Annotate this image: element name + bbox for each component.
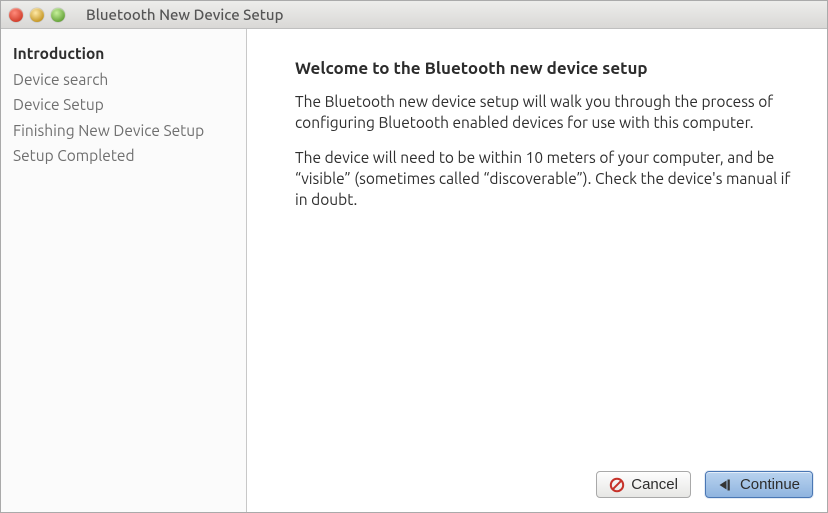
step-device-search: Device search	[13, 67, 234, 93]
bluetooth-setup-window: Bluetooth New Device Setup Introduction …	[0, 0, 828, 513]
continue-button[interactable]: Continue	[705, 471, 813, 498]
wizard-footer: Cancel Continue	[247, 461, 827, 512]
window-body: Introduction Device search Device Setup …	[1, 29, 827, 512]
step-completed: Setup Completed	[13, 143, 234, 169]
cancel-button[interactable]: Cancel	[596, 471, 691, 498]
intro-paragraph-1: The Bluetooth new device setup will walk…	[295, 92, 795, 134]
wizard-main-pane: Welcome to the Bluetooth new device setu…	[247, 29, 827, 512]
continue-label: Continue	[740, 476, 800, 493]
wizard-content: Welcome to the Bluetooth new device setu…	[247, 29, 827, 461]
continue-icon	[718, 477, 734, 493]
step-introduction: Introduction	[13, 41, 234, 67]
window-minimize-button[interactable]	[30, 8, 44, 22]
step-device-setup: Device Setup	[13, 92, 234, 118]
wizard-step-sidebar: Introduction Device search Device Setup …	[1, 29, 247, 512]
titlebar: Bluetooth New Device Setup	[1, 1, 827, 29]
window-close-button[interactable]	[9, 8, 23, 22]
cancel-icon	[609, 477, 625, 493]
window-title: Bluetooth New Device Setup	[86, 6, 283, 23]
step-finishing: Finishing New Device Setup	[13, 118, 234, 144]
window-maximize-button[interactable]	[51, 8, 65, 22]
cancel-label: Cancel	[631, 476, 678, 493]
intro-paragraph-2: The device will need to be within 10 met…	[295, 148, 795, 211]
page-heading: Welcome to the Bluetooth new device setu…	[295, 59, 795, 78]
